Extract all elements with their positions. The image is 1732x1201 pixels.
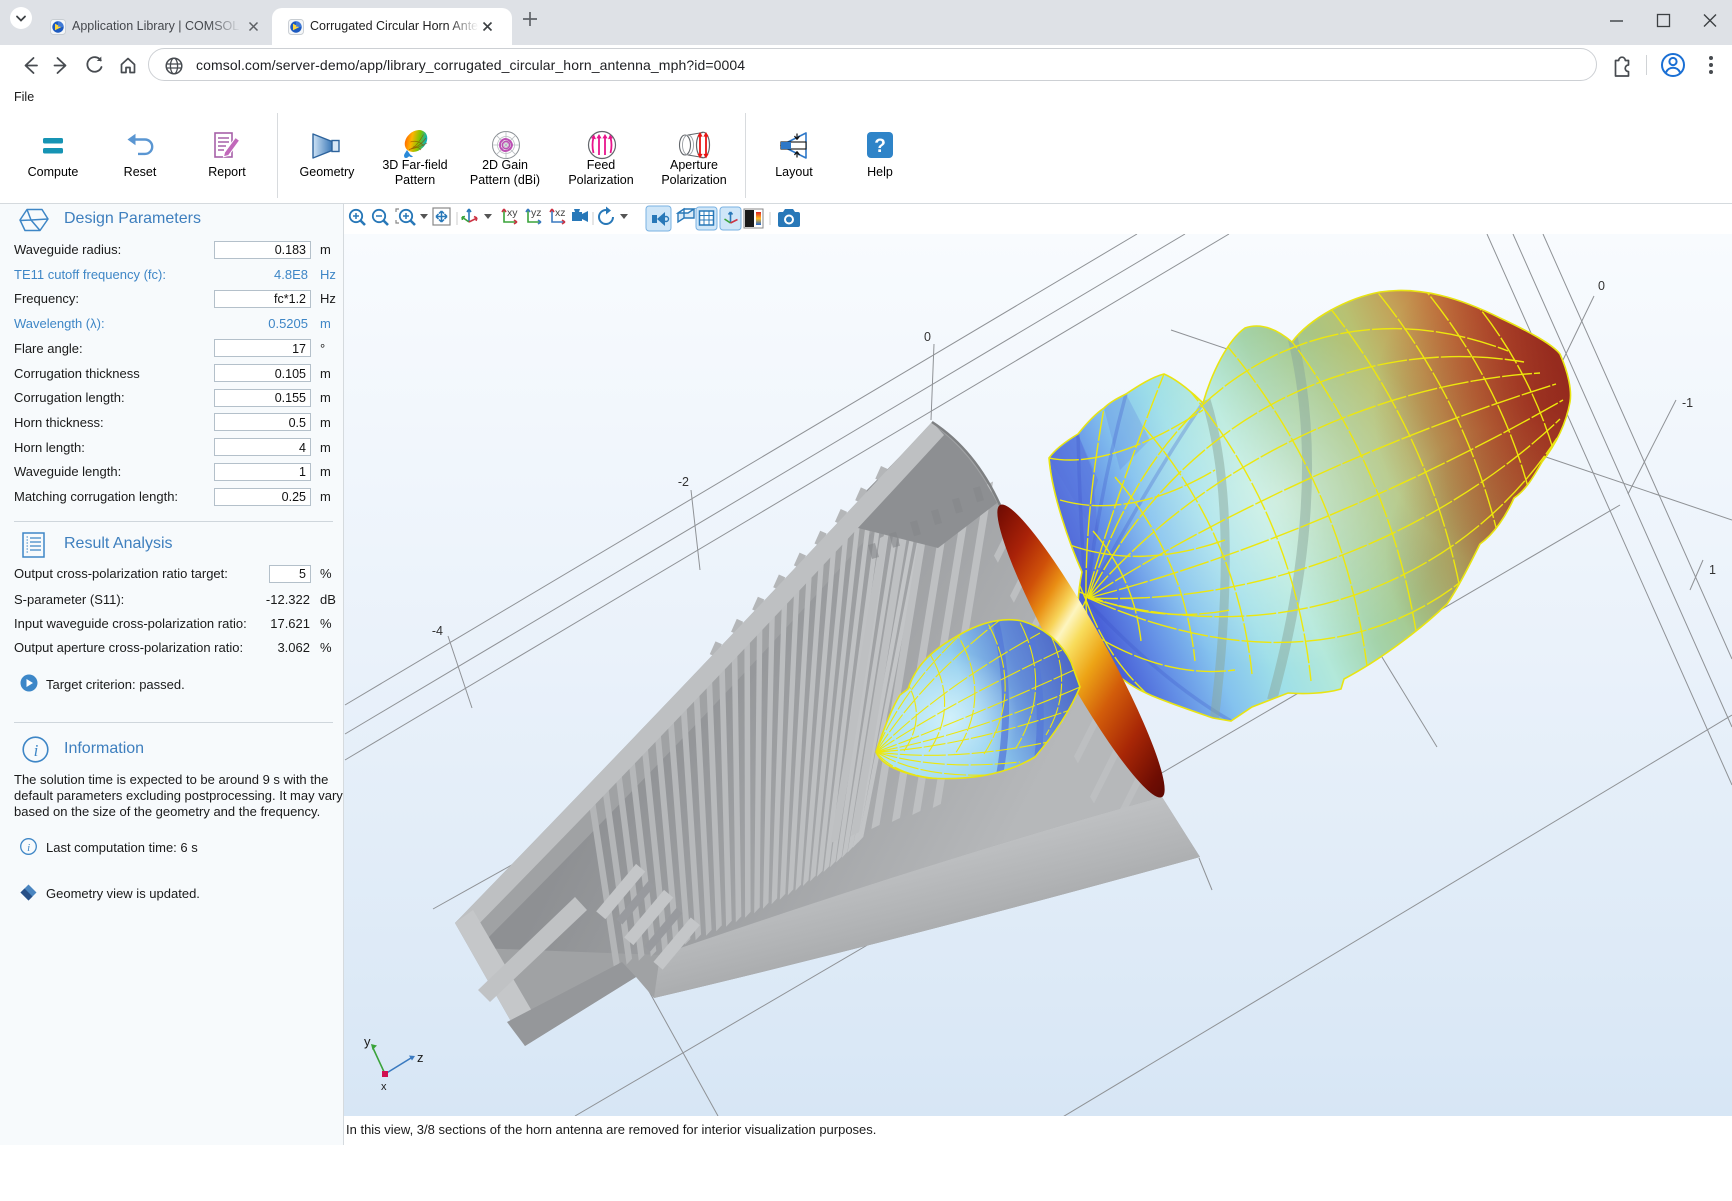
- svg-text:1: 1: [1709, 563, 1716, 577]
- svg-text:-1: -1: [1682, 396, 1693, 410]
- svg-text:?: ?: [874, 136, 886, 157]
- svg-text:yz: yz: [531, 207, 542, 219]
- svg-text:i: i: [27, 842, 30, 854]
- svg-text:z: z: [417, 1050, 424, 1065]
- svg-text:xz: xz: [555, 207, 566, 219]
- svg-text:-2: -2: [678, 475, 689, 489]
- svg-text:xy: xy: [507, 207, 518, 219]
- svg-text:-4: -4: [432, 624, 443, 638]
- svg-text:y: y: [364, 1034, 371, 1049]
- svg-text:x: x: [381, 1081, 387, 1093]
- svg-text:0: 0: [924, 330, 931, 344]
- svg-text:i: i: [34, 741, 39, 760]
- svg-text:0: 0: [1598, 279, 1605, 293]
